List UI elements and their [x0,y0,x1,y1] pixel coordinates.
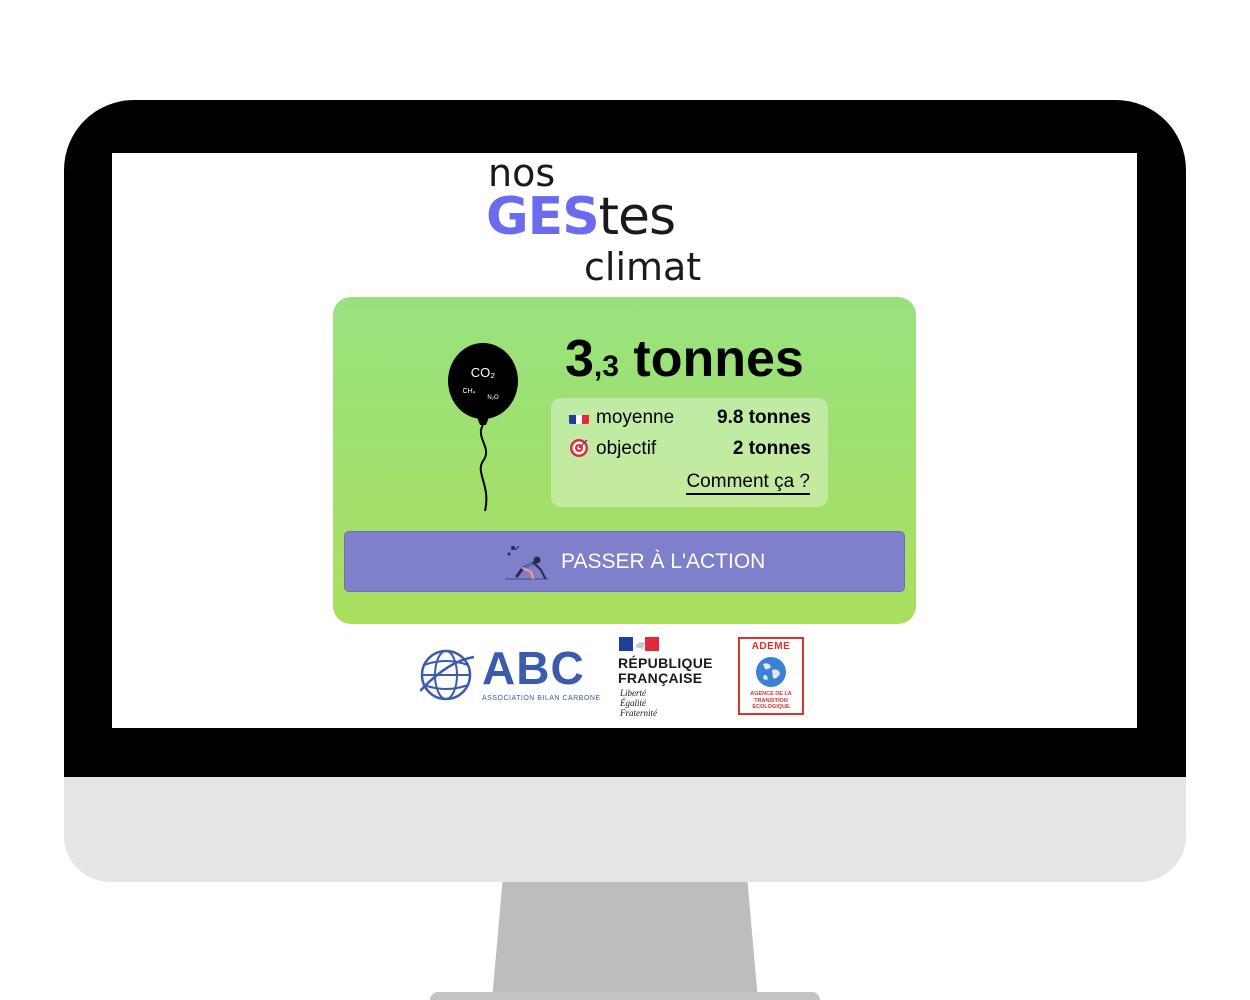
logo-ges-highlight: GES [486,187,600,247]
republique-francaise-logo[interactable]: RÉPUBLIQUE FRANÇAISE Liberté Égalité Fra… [618,637,728,718]
monitor-chin [64,777,1186,882]
motto-liberte: Liberté [620,688,646,698]
target-value: 2 tonnes [732,438,811,459]
co2-balloon-icon: CO₂ CH₄ N₂O [448,343,518,512]
average-row: moyenne 9.8 tonnes [569,404,811,432]
marianne-flag-icon [619,637,659,651]
target-label: objectif [596,438,657,459]
motto-fraternite: Fraternité [620,708,657,718]
republique-line1: RÉPUBLIQUE [618,655,713,671]
balloon-label-ch4: CH₄ [463,388,476,395]
target-icon [570,439,588,457]
monitor-stand [492,880,758,1000]
monitor-stand-foot [430,992,820,1000]
explain-link[interactable]: Comment ça ? [686,471,810,495]
footprint-total: 3,3 tonnes [565,329,804,397]
take-action-button[interactable]: PASSER À L'ACTION [344,531,905,592]
ademe-logo[interactable]: ADEME AGENCE DE LA TRANSITION ÉCOLOGIQUE [738,637,804,715]
partners-bar: ABC ASSOCIATION BILAN CARBONE RÉPUBLIQUE… [112,633,1137,723]
france-flag-icon [569,410,589,424]
balloon-label-n2o: N₂O [487,395,499,401]
globe-icon [420,649,475,701]
monitor-screen: nos GEStes climat CO₂ CH₄ N₂O 3,3 tonnes… [112,153,1137,728]
average-label: moyenne [596,407,675,428]
take-action-label: PASSER À L'ACTION [561,550,766,573]
abc-name: ABC [482,642,585,694]
target-row: objectif 2 tonnes [569,435,811,463]
comparison-box: moyenne 9.8 tonnes objectif 2 tonnes Com… [551,398,828,507]
nos-gestes-climat-logo[interactable]: nos GEStes climat [486,153,746,289]
result-card: CO₂ CH₄ N₂O 3,3 tonnes moyenne 9.8 tonne… [333,297,916,624]
footprint-integer: 3 [565,330,594,388]
average-value: 9.8 tonnes [717,407,811,428]
logo-ges-rest: tes [598,187,676,247]
logo-word-gestes: GEStes [486,187,676,247]
abc-logo[interactable]: ABC ASSOCIATION BILAN CARBONE [420,642,600,703]
ademe-subtitle: AGENCE DE LA TRANSITION ÉCOLOGIQUE [750,691,792,710]
abc-subtitle: ASSOCIATION BILAN CARBONE [482,695,601,702]
person-running-illustration-icon [505,545,549,580]
republique-line2: FRANÇAISE [618,670,703,686]
logo-word-climat: climat [584,245,702,289]
earth-globe-icon [756,657,786,687]
footprint-unit: tonnes [633,330,804,388]
motto-egalite: Égalité [620,698,646,708]
footprint-decimal: ,3 [593,350,619,383]
ademe-name: ADEME [751,641,791,652]
balloon-label-co2: CO₂ [471,365,496,380]
